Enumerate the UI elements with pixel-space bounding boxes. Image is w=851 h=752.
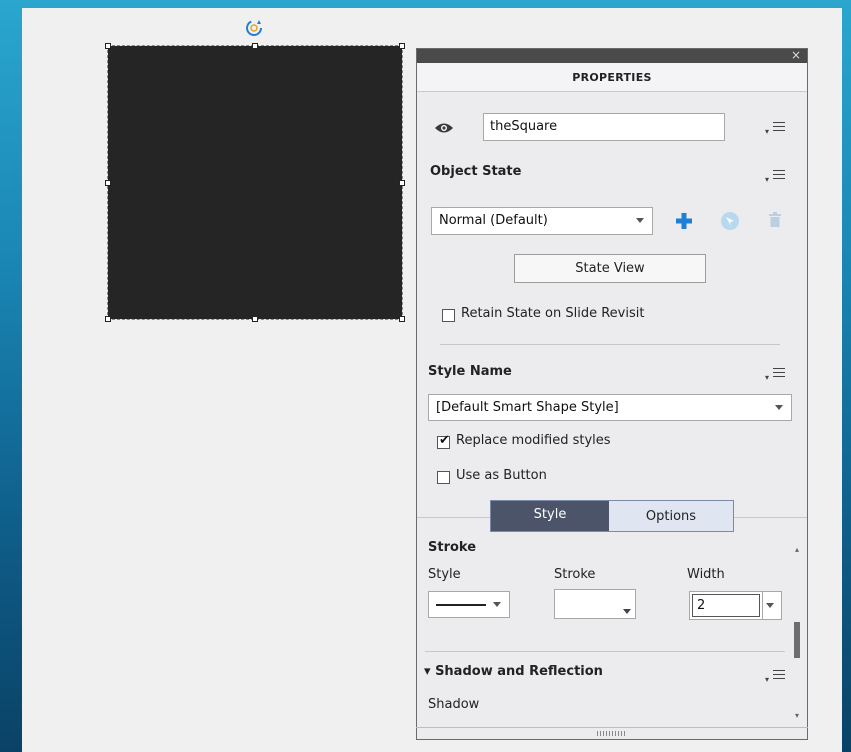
menu-icon[interactable]: ▾ bbox=[763, 368, 785, 382]
chevron-down-icon bbox=[636, 218, 644, 223]
stroke-color-label: Stroke bbox=[554, 567, 596, 582]
resize-handle[interactable] bbox=[105, 316, 111, 322]
tab-style[interactable]: Style bbox=[491, 501, 609, 531]
resize-handle[interactable] bbox=[399, 180, 405, 186]
use-as-button-label: Use as Button bbox=[456, 468, 547, 483]
object-name-input[interactable]: theSquare bbox=[483, 113, 725, 141]
style-name-select[interactable]: [Default Smart Shape Style] bbox=[428, 394, 792, 421]
retain-state-label: Retain State on Slide Revisit bbox=[461, 306, 645, 321]
panel-title: PROPERTIES bbox=[417, 63, 807, 92]
rotate-icon[interactable] bbox=[720, 211, 740, 231]
divider bbox=[762, 592, 763, 619]
close-icon[interactable]: × bbox=[791, 48, 801, 62]
stroke-style-label: Style bbox=[428, 567, 461, 582]
shadow-label: Shadow bbox=[428, 697, 480, 712]
stroke-style-select[interactable] bbox=[428, 591, 510, 618]
resize-handle[interactable] bbox=[105, 180, 111, 186]
chevron-down-icon bbox=[623, 609, 631, 614]
use-as-button-checkbox[interactable] bbox=[437, 471, 450, 484]
chevron-down-icon bbox=[775, 404, 783, 410]
chevron-down-icon bbox=[493, 601, 501, 607]
object-state-heading: Object State bbox=[430, 164, 522, 179]
chevron-down-icon[interactable] bbox=[766, 602, 774, 608]
style-options-toggle: Style Options bbox=[490, 500, 734, 532]
solid-line-icon bbox=[436, 604, 486, 606]
divider bbox=[425, 651, 785, 652]
stroke-width-field[interactable]: 2 bbox=[689, 591, 782, 620]
divider bbox=[734, 517, 807, 518]
style-name-heading: Style Name bbox=[428, 364, 512, 379]
retain-state-checkbox[interactable] bbox=[442, 309, 455, 322]
tab-options[interactable]: Options bbox=[609, 501, 733, 531]
resize-handle[interactable] bbox=[252, 316, 258, 322]
divider bbox=[417, 517, 490, 518]
checkmark-icon: ✔ bbox=[439, 433, 450, 448]
trash-icon[interactable] bbox=[768, 212, 782, 228]
divider bbox=[440, 344, 780, 345]
resize-handle[interactable] bbox=[252, 43, 258, 49]
grip-icon bbox=[597, 731, 625, 736]
stroke-width-label: Width bbox=[687, 567, 725, 582]
resize-handle[interactable] bbox=[399, 43, 405, 49]
eye-icon[interactable] bbox=[434, 121, 454, 135]
scrollbar-thumb[interactable] bbox=[794, 622, 800, 658]
replace-styles-label: Replace modified styles bbox=[456, 433, 611, 448]
panel-titlebar[interactable]: × bbox=[417, 48, 807, 63]
selected-shape[interactable] bbox=[107, 45, 403, 320]
plus-icon[interactable] bbox=[675, 212, 693, 230]
style-name-value: [Default Smart Shape Style] bbox=[436, 400, 619, 415]
panel-resize-grip[interactable] bbox=[416, 727, 808, 741]
shadow-reflection-title: Shadow and Reflection bbox=[435, 664, 603, 679]
menu-icon[interactable]: ▾ bbox=[763, 122, 785, 136]
replace-styles-checkbox[interactable]: ✔ bbox=[437, 433, 450, 449]
rotate-handle-icon[interactable] bbox=[244, 18, 264, 38]
state-select-value: Normal (Default) bbox=[439, 213, 548, 228]
state-select[interactable]: Normal (Default) bbox=[431, 207, 653, 235]
disclosure-triangle-icon: ▾ bbox=[424, 664, 431, 679]
stroke-heading: Stroke bbox=[428, 540, 477, 555]
scroll-down-icon[interactable]: ▾ bbox=[795, 711, 799, 720]
panel-scrollbar[interactable] bbox=[792, 540, 802, 730]
stroke-color-picker[interactable] bbox=[554, 589, 636, 619]
menu-icon[interactable]: ▾ bbox=[763, 670, 785, 684]
state-view-button[interactable]: State View bbox=[514, 254, 706, 283]
shadow-reflection-heading[interactable]: ▾ Shadow and Reflection bbox=[424, 664, 603, 679]
menu-icon[interactable]: ▾ bbox=[763, 170, 785, 184]
stroke-width-input[interactable]: 2 bbox=[692, 594, 760, 617]
resize-handle[interactable] bbox=[399, 316, 405, 322]
resize-handle[interactable] bbox=[105, 43, 111, 49]
